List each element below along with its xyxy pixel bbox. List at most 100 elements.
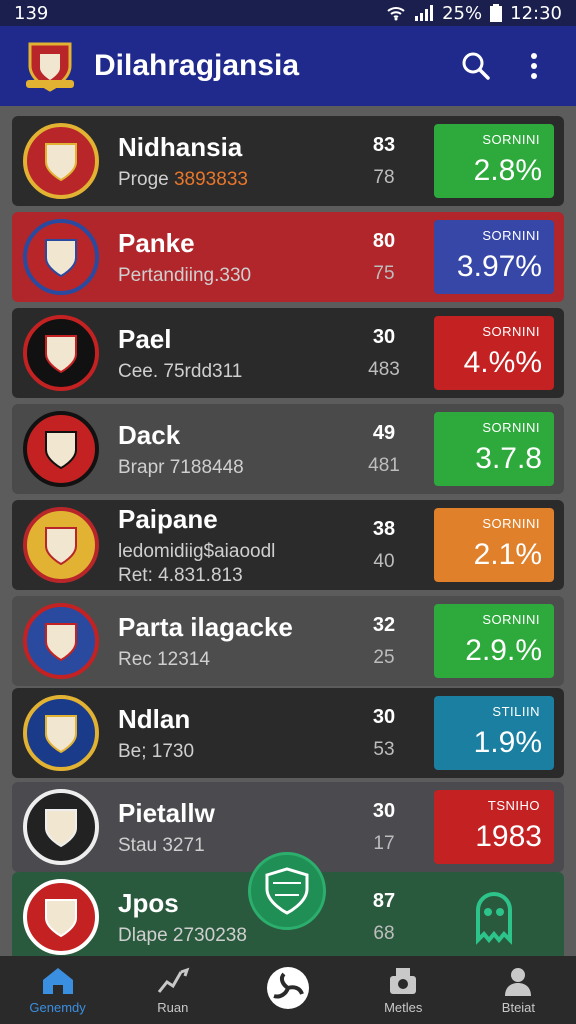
team-subtitle: Be; 1730 [118,740,195,762]
team-subtitle: Stau 3271 [118,834,205,856]
team-row[interactable]: Parta ilagacke Rec 12314 32 25 SORNINI 2… [12,596,564,686]
stat-primary: 87 [372,889,396,912]
team-subtitle-highlight: 3893833 [173,168,248,190]
nav-tab-run[interactable]: Ruan [115,956,230,1024]
team-row[interactable]: Nidhansia Proge 3893833 83 78 SORNINI 2.… [12,116,564,206]
team-crest-icon [23,315,99,391]
team-stats: 30 53 [354,706,414,761]
team-subtitle: Cee. 75rdd311 [118,360,243,382]
score-label: SORNINI [482,132,540,147]
stat-primary: 80 [372,229,396,252]
app-logo-crest-icon [26,42,74,92]
stat-secondary: 40 [373,550,395,572]
score-value: 3.97% [456,250,542,283]
status-bar: 139 25% 12:30 [0,0,576,26]
score-label: SORNINI [482,612,540,627]
team-name: Pietallw [118,797,215,828]
team-subtitle-line: Be; 1730 [118,741,354,763]
score-badge[interactable]: TSNIHO 1983 [434,790,554,864]
shield-badge-icon [265,867,309,915]
team-crest-icon [23,789,99,865]
team-subtitle: Dlape 2730238 [118,924,247,946]
team-stats: 80 75 [354,230,414,285]
score-label: SORNINI [482,516,540,531]
stat-primary: 83 [372,133,396,156]
team-row[interactable]: Dack Brapr 7188448 49 481 SORNINI 3.7.8 [12,404,564,494]
score-badge[interactable]: SORNINI 2.9.% [434,604,554,678]
team-subtitle: ledomidiig$aiaoodl [118,540,276,562]
score-value: 2.9.% [465,634,542,667]
team-crest-icon [23,603,99,679]
nav-tab-home[interactable]: Genemdy [0,956,115,1024]
score-value: 2.8% [473,154,542,187]
nav-label: Ruan [157,999,189,1015]
more-menu-button[interactable] [514,46,554,86]
team-subtitle: Proge [118,168,174,190]
score-label: TSNIHO [487,798,540,813]
stat-primary: 30 [372,799,396,822]
team-stats: 38 40 [354,518,414,573]
team-name: Panke [118,227,195,258]
team-subtitle-line: Rec 12314 [118,649,354,671]
team-stats: 32 25 [354,614,414,669]
team-info: Dack Brapr 7188448 [118,420,354,479]
team-subtitle-line: Pertandiing.330 [118,265,354,287]
score-badge[interactable]: SORNINI 3.7.8 [434,412,554,486]
more-vert-icon [531,53,537,79]
score-label: SORNINI [482,420,540,435]
team-crest-icon [23,507,99,583]
bottom-navigation: Genemdy Ruan Metles Bteiat [0,956,576,1024]
score-badge[interactable]: SORNINI 4.%% [434,316,554,390]
nav-label: Genemdy [29,999,86,1015]
nav-tab-medals[interactable]: Metles [346,956,461,1024]
floating-action-button[interactable] [248,852,326,930]
score-badge[interactable] [434,880,554,954]
score-badge[interactable]: SORNINI 3.97% [434,220,554,294]
team-name: Dack [118,419,181,450]
team-crest-icon [23,123,99,199]
score-badge[interactable]: STILIIN 1.9% [434,696,554,770]
battery-icon [490,4,503,22]
score-label: SORNINI [482,228,540,243]
score-value: 1.9% [473,726,542,759]
medals-icon [390,967,417,994]
team-list[interactable]: Nidhansia Proge 3893833 83 78 SORNINI 2.… [0,106,576,962]
team-info: Panke Pertandiing.330 [118,228,354,287]
team-subtitle: Pertandiing.330 [118,264,252,286]
nav-tab-ball[interactable] [230,956,345,1024]
stat-primary: 30 [372,325,396,348]
team-info: Pietallw Stau 3271 [118,798,354,857]
team-row[interactable]: Ndlan Be; 1730 30 53 STILIIN 1.9% [12,688,564,778]
team-row[interactable]: Paipane ledomidiig$aiaoodl Ret: 4.831.81… [12,500,564,590]
team-subtitle-line: Cee. 75rdd311 [118,361,354,383]
status-icons: 25% 12:30 [386,3,562,24]
stat-secondary: 68 [373,922,395,944]
team-crest-icon [23,695,99,771]
team-row[interactable]: Pael Cee. 75rdd311 30 483 SORNINI 4.%% [12,308,564,398]
wifi-icon [387,7,405,21]
score-badge[interactable]: SORNINI 2.1% [434,508,554,582]
team-crest-icon [23,879,99,955]
team-stats: 30 17 [354,800,414,855]
team-subtitle-line: ledomidiig$aiaoodl [118,541,354,563]
team-info: Parta ilagacke Rec 12314 [118,612,354,671]
stat-secondary: 17 [373,832,395,854]
ball-icon [267,967,309,1009]
stat-primary: 49 [372,421,396,444]
score-value: 4.%% [463,346,542,379]
team-subtitle: Brapr 7188448 [118,456,244,478]
nav-tab-profile[interactable]: Bteiat [461,956,576,1024]
search-button[interactable] [456,46,496,86]
run-icon [157,967,190,993]
team-crest-icon [23,219,99,295]
team-stats: 49 481 [354,422,414,477]
stat-secondary: 481 [368,454,400,476]
team-row[interactable]: Panke Pertandiing.330 80 75 SORNINI 3.97… [12,212,564,302]
team-name: Parta ilagacke [118,611,293,642]
score-badge[interactable]: SORNINI 2.8% [434,124,554,198]
team-subtitle-2: Ret: 4.831.813 [118,564,243,586]
team-subtitle-line: Stau 3271 [118,835,354,857]
stat-primary: 38 [372,517,396,540]
team-name: Nidhansia [118,131,243,162]
score-value: 3.7.8 [475,442,542,475]
